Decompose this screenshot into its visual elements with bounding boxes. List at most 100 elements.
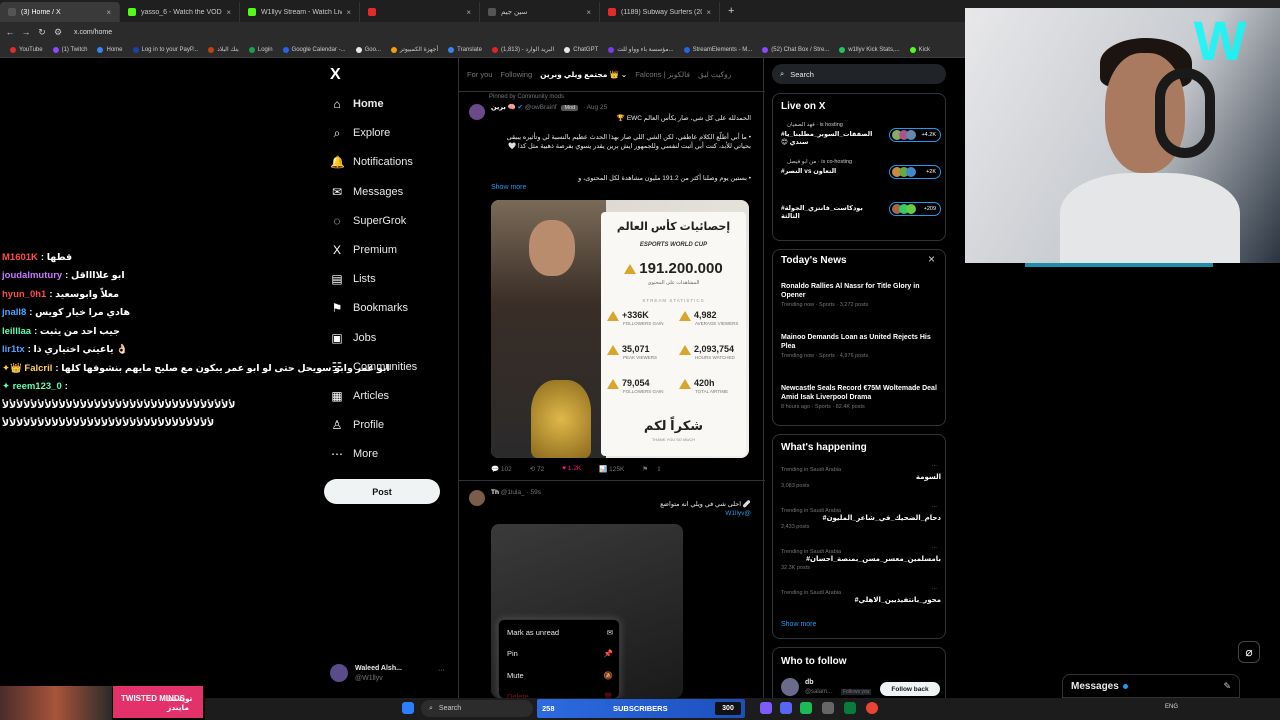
bookmark-item[interactable]: YouTube <box>10 46 43 53</box>
browser-tab[interactable]: W1llyv Stream - Watch Live on × <box>240 2 360 22</box>
sidebar-item-more[interactable]: ⋯ More <box>330 446 378 462</box>
close-tab-icon[interactable]: × <box>346 8 351 17</box>
app-icon[interactable] <box>844 702 856 714</box>
sidebar-item-notifications[interactable]: 🔔 Notifications <box>330 154 413 170</box>
avatar[interactable] <box>469 104 485 120</box>
sidebar-item-messages[interactable]: ✉ Messages <box>330 184 403 200</box>
more-icon[interactable]: ··· <box>932 586 938 592</box>
more-icon[interactable]: ··· <box>438 667 445 674</box>
site-info-icon[interactable]: ⚙ <box>52 27 64 38</box>
bookmark-item[interactable]: (1) Twitch <box>52 46 87 53</box>
more-icon[interactable]: ··· <box>932 463 938 469</box>
sidebar-item-profile[interactable]: ♙ Profile <box>330 417 385 433</box>
tab-feed[interactable]: Following <box>500 70 532 79</box>
language-indicator[interactable]: ENG <box>1165 704 1178 710</box>
post-date[interactable]: · Aug 25 <box>583 104 607 111</box>
close-tab-icon[interactable]: × <box>706 8 711 17</box>
close-icon[interactable]: × <box>928 252 935 266</box>
live-space-item[interactable]: بودكاست_فانتزي_الجولة# الثالثة +209 <box>781 196 941 226</box>
search-input[interactable]: ⌕ Search <box>772 64 946 84</box>
avatar[interactable] <box>469 490 485 506</box>
menu-item-mute[interactable]: Mute 🔕 <box>507 667 613 683</box>
news-item[interactable]: Mainoo Demands Loan as United Rejects Hi… <box>781 333 941 359</box>
bookmark-item[interactable]: ChatGPT <box>564 46 598 53</box>
trend-item[interactable]: Trending in Saudi Arabia ··· بامسلمين_معسر… <box>781 545 941 571</box>
like-button[interactable]: ♥ 1.2K <box>562 465 581 473</box>
sidebar-item-premium[interactable]: X Premium <box>330 242 397 258</box>
bookmark-item[interactable]: البريد الوارد - (1,813) <box>491 46 554 53</box>
browser-tab[interactable]: سين جيم × <box>480 2 600 22</box>
taskbar-search[interactable]: ⌕ Search <box>421 700 533 717</box>
show-more-link[interactable]: Show more <box>491 184 526 191</box>
browser-tab[interactable]: yasso_6 - Watch the VOD on Kick × <box>120 2 240 22</box>
compose-icon[interactable]: ✎ <box>1223 681 1231 692</box>
sidebar-item-articles[interactable]: ▦ Articles <box>330 388 389 404</box>
bookmark-item[interactable]: Home <box>97 46 123 53</box>
grok-icon[interactable]: ⌀ <box>1238 641 1260 663</box>
views-button[interactable]: 📊 125K <box>599 465 624 473</box>
tab-feed[interactable]: روكيت ليق <box>698 70 731 79</box>
sidebar-item-home[interactable]: ⌂ Home <box>330 96 383 112</box>
close-tab-icon[interactable]: × <box>226 8 231 17</box>
author-name[interactable]: Th <box>491 489 499 496</box>
reply-button[interactable]: 💬 102 <box>491 465 512 473</box>
sidebar-item-bookmarks[interactable]: ⚑ Bookmarks <box>330 300 408 316</box>
tab-feed[interactable]: مجتمع ويلي وبرين 👑 ⌄ <box>540 70 627 79</box>
close-tab-icon[interactable]: × <box>586 8 591 17</box>
live-space-item[interactable]: فهد الصفيان · is hosting الصفقات_السوبر_م… <box>781 122 941 152</box>
more-icon[interactable]: ··· <box>932 504 938 510</box>
bookmark-item[interactable]: Translate <box>448 46 482 53</box>
bookmark-item[interactable]: أجهزة الكمبيوتر <box>390 46 438 53</box>
bookmark-item[interactable]: بنك البلاد <box>208 46 239 53</box>
trend-item[interactable]: Trending in Saudi Arabia ··· محور_بانتفيذي… <box>781 586 941 604</box>
menu-item-pin[interactable]: Pin 📌 <box>507 646 613 662</box>
bookmark-button[interactable]: ⚑ <box>642 465 648 473</box>
spotify-icon[interactable] <box>800 702 812 714</box>
mention-link[interactable]: @W1llyv <box>489 509 751 518</box>
bookmark-item[interactable]: Goo... <box>355 46 381 53</box>
post-image[interactable]: إحصائيات كأس العالم ESPORTS WORLD CUP 19… <box>491 200 749 458</box>
messages-drawer[interactable]: Messages ✎ <box>1062 674 1240 698</box>
forward-icon[interactable]: → <box>20 27 32 37</box>
discord-icon[interactable] <box>780 702 792 714</box>
sidebar-item-communities[interactable]: ☷ Communities <box>330 359 418 375</box>
repost-button[interactable]: ⟲ 72 <box>530 465 544 473</box>
back-icon[interactable]: ← <box>4 27 16 37</box>
close-tab-icon[interactable]: × <box>106 8 111 17</box>
live-space-item[interactable]: من ابو فيصل · is co-hosting التعاون vs ال… <box>781 159 941 189</box>
bookmark-item[interactable]: مؤسسة باء وواو للت... <box>608 46 674 53</box>
sidebar-item-supergrok[interactable]: ◌ SuperGrok <box>330 213 406 229</box>
bookmark-item[interactable]: StreamElements - M... <box>683 46 752 53</box>
bookmark-item[interactable]: Google Calendar -... <box>282 46 346 53</box>
tab-feed[interactable]: Falcons | فالكونز <box>635 70 690 79</box>
browser-tab[interactable]: (1189) Subway Surfers (2023) × <box>600 2 720 22</box>
follow-back-button[interactable]: Follow back <box>880 682 940 696</box>
windows-start-icon[interactable] <box>402 702 414 714</box>
chrome-icon[interactable] <box>866 702 878 714</box>
author-handle[interactable]: @1lula_ · 59s <box>501 489 541 496</box>
bookmark-item[interactable]: w1llyv Kick Stats,... <box>839 46 900 53</box>
new-tab-button[interactable]: + <box>720 5 742 17</box>
sidebar-item-explore[interactable]: ⌕ Explore <box>330 125 391 141</box>
news-item[interactable]: Ronaldo Rallies Al Nassr for Title Glory… <box>781 282 941 308</box>
browser-tab[interactable]: (3) Home / X × <box>0 2 120 22</box>
more-icon[interactable]: ··· <box>932 545 938 551</box>
trend-item[interactable]: Trending in Saudi Arabia ··· السومة 3,083 p… <box>781 463 941 489</box>
bookmark-item[interactable]: Login <box>248 46 273 53</box>
menu-item-mark-as-unread[interactable]: Mark as unread ✉ <box>507 624 613 640</box>
sidebar-item-lists[interactable]: ▤ Lists <box>330 271 375 287</box>
suggest-name[interactable]: db <box>805 679 814 686</box>
app-icon[interactable] <box>822 702 834 714</box>
sidebar-item-jobs[interactable]: ▣ Jobs <box>330 330 376 346</box>
avatar[interactable] <box>781 678 799 696</box>
app-icon[interactable] <box>760 702 772 714</box>
close-tab-icon[interactable]: × <box>466 8 471 17</box>
bookmark-item[interactable]: (52) Chat Box / Stre... <box>762 46 829 53</box>
share-button[interactable]: ⇪ <box>656 465 661 473</box>
bookmark-item[interactable]: Log in to your PayP... <box>132 46 198 53</box>
reload-icon[interactable]: ↻ <box>36 27 48 38</box>
bookmark-item[interactable]: Kick <box>909 46 930 53</box>
post-button[interactable]: Post <box>324 479 440 504</box>
trend-item[interactable]: Trending in Saudi Arabia ··· دحام_الضحيك_ف… <box>781 504 941 530</box>
tab-feed[interactable]: For you <box>467 70 492 79</box>
